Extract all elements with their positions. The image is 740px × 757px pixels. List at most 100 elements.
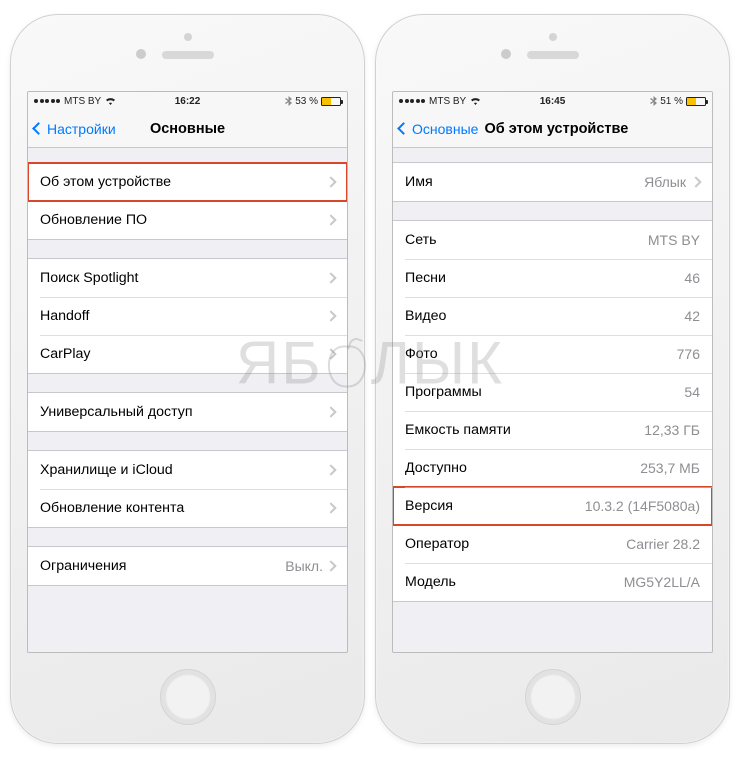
row-carrier: ОператорCarrier 28.2 xyxy=(393,525,712,563)
row-value: MTS BY xyxy=(648,232,700,248)
settings-group: Универсальный доступ xyxy=(28,392,347,432)
row-carplay[interactable]: CarPlay xyxy=(28,335,347,373)
back-label: Настройки xyxy=(47,121,116,137)
row-label: Видео xyxy=(405,308,684,324)
page-title: Основные xyxy=(150,121,225,137)
chevron-left-icon xyxy=(32,122,45,135)
phone-right: MTS BY 16:45 51 % Основные Об этом устро… xyxy=(375,14,730,744)
row-capacity: Емкость памяти12,33 ГБ xyxy=(393,411,712,449)
front-camera xyxy=(136,49,146,59)
wifi-icon xyxy=(470,97,481,106)
row-model: МодельMG5Y2LL/A xyxy=(393,563,712,601)
row-label: Хранилище и iCloud xyxy=(40,462,327,478)
row-network: СетьMTS BY xyxy=(393,221,712,259)
row-photos: Фото776 xyxy=(393,335,712,373)
screen-left: MTS BY 16:22 53 % Настройки Основные Об … xyxy=(27,91,348,653)
settings-group: ОграниченияВыкл. xyxy=(28,546,347,586)
navbar: Настройки Основные xyxy=(28,110,347,148)
speaker-grill xyxy=(162,51,214,59)
row-label: Емкость памяти xyxy=(405,422,644,438)
back-button[interactable]: Основные xyxy=(399,121,478,137)
row-version: Версия10.3.2 (14F5080a) xyxy=(393,487,712,525)
status-bar: MTS BY 16:22 53 % xyxy=(28,92,347,110)
row-label: Ограничения xyxy=(40,558,285,574)
chevron-right-icon xyxy=(325,272,336,283)
settings-list[interactable]: Об этом устройстве Обновление ПО Поиск Spo… xyxy=(28,148,347,652)
chevron-right-icon xyxy=(325,464,336,475)
battery-icon xyxy=(686,97,706,106)
row-value: 54 xyxy=(684,384,700,400)
battery-percent: 51 % xyxy=(660,96,683,107)
row-label: Версия xyxy=(405,498,585,514)
bluetooth-icon xyxy=(650,96,657,106)
chevron-right-icon xyxy=(690,176,701,187)
row-label: Фото xyxy=(405,346,677,362)
chevron-right-icon xyxy=(325,310,336,321)
clock: 16:45 xyxy=(540,96,566,107)
row-background-refresh[interactable]: Обновление контента xyxy=(28,489,347,527)
chevron-right-icon xyxy=(325,214,336,225)
screen-right: MTS BY 16:45 51 % Основные Об этом устро… xyxy=(392,91,713,653)
row-handoff[interactable]: Handoff xyxy=(28,297,347,335)
row-spotlight[interactable]: Поиск Spotlight xyxy=(28,259,347,297)
row-label: Программы xyxy=(405,384,684,400)
wifi-icon xyxy=(105,97,116,106)
back-label: Основные xyxy=(412,121,478,137)
row-value: 12,33 ГБ xyxy=(644,422,700,438)
chevron-right-icon xyxy=(325,348,336,359)
row-name[interactable]: ИмяЯблык xyxy=(393,163,712,201)
row-label: Имя xyxy=(405,174,644,190)
row-label: CarPlay xyxy=(40,346,327,362)
home-button[interactable] xyxy=(160,669,216,725)
chevron-right-icon xyxy=(325,502,336,513)
row-value: 10.3.2 (14F5080a) xyxy=(585,498,700,514)
row-value: 42 xyxy=(684,308,700,324)
row-restrictions[interactable]: ОграниченияВыкл. xyxy=(28,547,347,585)
about-group: ИмяЯблык xyxy=(393,162,712,202)
row-value: Carrier 28.2 xyxy=(626,536,700,552)
proximity-sensor xyxy=(184,33,192,41)
row-storage-icloud[interactable]: Хранилище и iCloud xyxy=(28,451,347,489)
carrier-label: MTS BY xyxy=(429,96,466,107)
phone-left: MTS BY 16:22 53 % Настройки Основные Об … xyxy=(10,14,365,744)
proximity-sensor xyxy=(549,33,557,41)
about-group: СетьMTS BYПесни46Видео42Фото776Программы… xyxy=(393,220,712,602)
row-label: Handoff xyxy=(40,308,327,324)
home-button[interactable] xyxy=(525,669,581,725)
row-accessibility[interactable]: Универсальный доступ xyxy=(28,393,347,431)
battery-percent: 53 % xyxy=(295,96,318,107)
row-about[interactable]: Об этом устройстве xyxy=(28,163,347,201)
row-label: Об этом устройстве xyxy=(40,174,327,190)
row-label: Обновление ПО xyxy=(40,212,327,228)
chevron-left-icon xyxy=(397,122,410,135)
row-label: Модель xyxy=(405,574,624,590)
signal-dots xyxy=(34,99,60,103)
chevron-right-icon xyxy=(325,176,336,187)
about-list[interactable]: ИмяЯблыкСетьMTS BYПесни46Видео42Фото776П… xyxy=(393,148,712,652)
chevron-right-icon xyxy=(325,406,336,417)
back-button[interactable]: Настройки xyxy=(34,121,116,137)
row-label: Песни xyxy=(405,270,684,286)
navbar: Основные Об этом устройстве xyxy=(393,110,712,148)
row-value: 253,7 МБ xyxy=(640,460,700,476)
settings-group: Поиск Spotlight Handoff CarPlay xyxy=(28,258,347,374)
clock: 16:22 xyxy=(175,96,201,107)
row-value: 46 xyxy=(684,270,700,286)
settings-group: Хранилище и iCloud Обновление контента xyxy=(28,450,347,528)
signal-dots xyxy=(399,99,425,103)
row-value: Яблык xyxy=(644,174,686,190)
row-software-update[interactable]: Обновление ПО xyxy=(28,201,347,239)
row-apps: Программы54 xyxy=(393,373,712,411)
bluetooth-icon xyxy=(285,96,292,106)
row-songs: Песни46 xyxy=(393,259,712,297)
row-value: 776 xyxy=(677,346,700,362)
settings-group: Об этом устройстве Обновление ПО xyxy=(28,162,347,240)
status-bar: MTS BY 16:45 51 % xyxy=(393,92,712,110)
row-available: Доступно253,7 МБ xyxy=(393,449,712,487)
row-label: Оператор xyxy=(405,536,626,552)
row-label: Сеть xyxy=(405,232,648,248)
speaker-grill xyxy=(527,51,579,59)
row-label: Обновление контента xyxy=(40,500,327,516)
row-value: MG5Y2LL/A xyxy=(624,574,700,590)
battery-icon xyxy=(321,97,341,106)
